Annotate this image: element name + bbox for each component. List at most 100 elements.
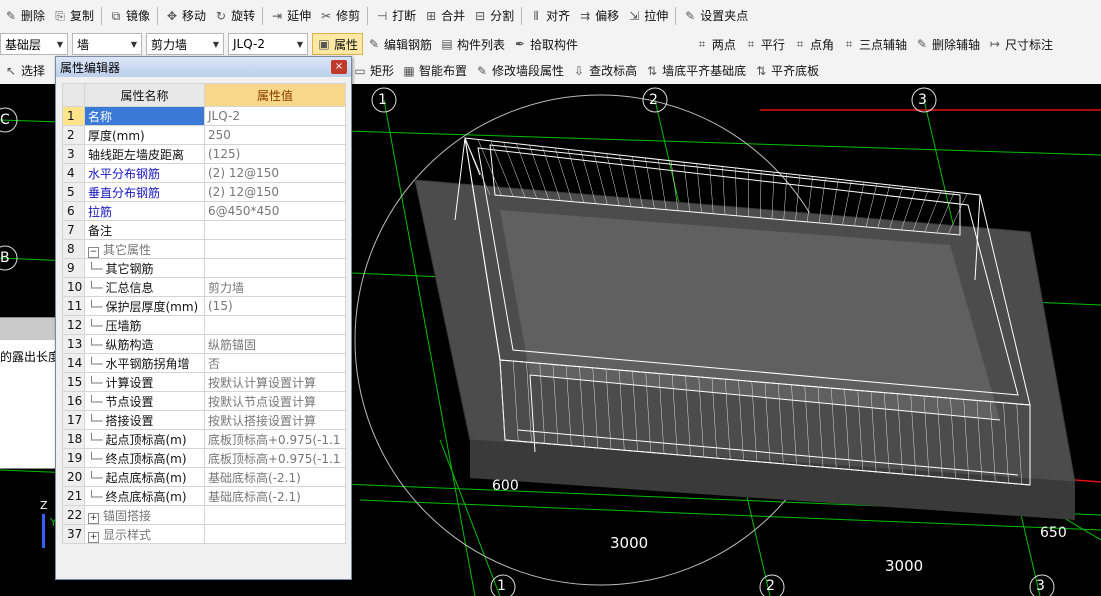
- property-name[interactable]: 拉筋: [84, 201, 205, 221]
- property-name[interactable]: └─ 起点顶标高(m): [84, 429, 205, 449]
- property-row[interactable]: 7 备注: [62, 220, 346, 240]
- property-row[interactable]: 14 └─ 水平钢筋拐角增否: [62, 353, 346, 373]
- toolbar-button-8[interactable]: ⊞ 合并: [420, 5, 469, 27]
- property-name[interactable]: 名称: [84, 106, 205, 126]
- property-value[interactable]: 底板顶标高+0.975(-1.1: [204, 448, 346, 468]
- property-row[interactable]: 22 + 锚固搭接: [62, 505, 346, 525]
- property-name[interactable]: 轴线距左墙皮距离: [84, 144, 205, 164]
- property-name[interactable]: └─ 压墙筋: [84, 315, 205, 335]
- property-value[interactable]: [204, 258, 346, 278]
- property-value[interactable]: 250: [204, 125, 346, 145]
- property-value[interactable]: 纵筋锚固: [204, 334, 346, 354]
- property-name[interactable]: 厚度(mm): [84, 125, 205, 145]
- component-button-2[interactable]: ▤ 构件列表: [436, 33, 509, 55]
- draw-button-4[interactable]: ⇅ 墙底平齐基础底: [641, 60, 750, 82]
- property-value[interactable]: 按默认节点设置计算: [204, 391, 346, 411]
- toolbar-button-7[interactable]: ⊣ 打断: [371, 5, 420, 27]
- axis-button-4[interactable]: ✎ 删除辅轴: [911, 33, 984, 55]
- property-value[interactable]: (125): [204, 144, 346, 164]
- component-button-3[interactable]: ✒ 拾取构件: [509, 33, 582, 55]
- property-value[interactable]: [204, 239, 346, 259]
- axis-button-0[interactable]: ⌗ 两点: [691, 33, 740, 55]
- property-row[interactable]: 10 └─ 汇总信息 剪力墙: [62, 277, 346, 297]
- property-name[interactable]: + 显示样式: [84, 524, 205, 544]
- toolbar-button-4[interactable]: ↻ 旋转: [210, 5, 259, 27]
- property-value[interactable]: 底板顶标高+0.975(-1.1: [204, 429, 346, 449]
- toolbar-button-11[interactable]: ⇉ 偏移: [574, 5, 623, 27]
- property-row[interactable]: 20 └─ 起点底标高(m) 基础底标高(-2.1): [62, 467, 346, 487]
- property-row[interactable]: 6 拉筋 6@450*450: [62, 201, 346, 221]
- property-value[interactable]: 基础底标高(-2.1): [204, 486, 346, 506]
- property-value[interactable]: 否: [204, 353, 346, 373]
- property-row[interactable]: 3 轴线距左墙皮距离 (125): [62, 144, 346, 164]
- type-select[interactable]: 墙 ▼: [72, 33, 142, 55]
- toolbar-button-9[interactable]: ⊟ 分割: [469, 5, 518, 27]
- component-button-0[interactable]: ▣ 属性: [312, 33, 364, 55]
- property-row[interactable]: 12 └─ 压墙筋: [62, 315, 346, 335]
- toolbar-button-10[interactable]: ⫴ 对齐: [525, 5, 574, 27]
- property-value[interactable]: 基础底标高(-2.1): [204, 467, 346, 487]
- property-name[interactable]: └─ 节点设置: [84, 391, 205, 411]
- property-name[interactable]: 水平分布钢筋: [84, 163, 205, 183]
- subtype-select[interactable]: 剪力墙 ▼: [146, 33, 224, 55]
- component-button-1[interactable]: ✎ 编辑钢筋: [363, 33, 436, 55]
- expand-icon[interactable]: +: [88, 531, 99, 543]
- property-row[interactable]: 13 └─ 纵筋构造 纵筋锚固: [62, 334, 346, 354]
- toolbar-button-0[interactable]: ✎ 删除: [0, 5, 49, 27]
- property-name[interactable]: └─ 汇总信息: [84, 277, 205, 297]
- property-row[interactable]: 17 └─ 搭接设置 按默认搭接设置计算: [62, 410, 346, 430]
- property-name[interactable]: └─ 计算设置: [84, 372, 205, 392]
- axis-button-2[interactable]: ⌗ 点角: [789, 33, 838, 55]
- draw-button-0[interactable]: ▭ 矩形: [349, 60, 398, 82]
- property-name[interactable]: 备注: [84, 220, 205, 240]
- property-row[interactable]: 4 水平分布钢筋 (2) 12@150: [62, 163, 346, 183]
- axis-button-3[interactable]: ⌗ 三点辅轴: [838, 33, 911, 55]
- property-row[interactable]: 9 └─ 其它钢筋: [62, 258, 346, 278]
- property-name[interactable]: └─ 其它钢筋: [84, 258, 205, 278]
- property-value[interactable]: [204, 524, 346, 544]
- property-name[interactable]: └─ 纵筋构造: [84, 334, 205, 354]
- property-name[interactable]: └─ 搭接设置: [84, 410, 205, 430]
- property-value[interactable]: (15): [204, 296, 346, 316]
- property-row[interactable]: 21 └─ 终点底标高(m) 基础底标高(-2.1): [62, 486, 346, 506]
- property-name[interactable]: └─ 起点底标高(m): [84, 467, 205, 487]
- draw-button-3[interactable]: ⇩ 查改标高: [568, 60, 641, 82]
- expand-icon[interactable]: +: [88, 512, 99, 524]
- property-value[interactable]: [204, 315, 346, 335]
- toolbar-button-3[interactable]: ✥ 移动: [161, 5, 210, 27]
- property-row[interactable]: 15 └─ 计算设置 按默认计算设置计算: [62, 372, 346, 392]
- property-name[interactable]: 垂直分布钢筋: [84, 182, 205, 202]
- property-row[interactable]: 1 名称 JLQ-2: [62, 106, 346, 126]
- property-row[interactable]: 11 └─ 保护层厚度(mm) (15): [62, 296, 346, 316]
- property-row[interactable]: 16 └─ 节点设置 按默认节点设置计算: [62, 391, 346, 411]
- close-button[interactable]: ×: [331, 60, 347, 74]
- toolbar-button-6[interactable]: ✂ 修剪: [315, 5, 364, 27]
- property-row[interactable]: 8− 其它属性: [62, 239, 346, 259]
- component-select[interactable]: JLQ-2 ▼: [228, 33, 308, 55]
- property-value[interactable]: [204, 505, 346, 525]
- property-value[interactable]: 按默认搭接设置计算: [204, 410, 346, 430]
- property-value[interactable]: (2) 12@150: [204, 182, 346, 202]
- property-name[interactable]: └─ 水平钢筋拐角增: [84, 353, 205, 373]
- axis-button-1[interactable]: ⌗ 平行: [740, 33, 789, 55]
- toolbar-button-2[interactable]: ⧉ 镜像: [105, 5, 154, 27]
- toolbar-button-5[interactable]: ⇥ 延伸: [266, 5, 315, 27]
- draw-button-1[interactable]: ▦ 智能布置: [398, 60, 471, 82]
- property-value[interactable]: 按默认计算设置计算: [204, 372, 346, 392]
- toolbar-button-1[interactable]: ⎘ 复制: [49, 5, 98, 27]
- property-value[interactable]: 剪力墙: [204, 277, 346, 297]
- collapse-icon[interactable]: −: [88, 246, 99, 258]
- property-row[interactable]: 5 垂直分布钢筋 (2) 12@150: [62, 182, 346, 202]
- property-name[interactable]: └─ 终点底标高(m): [84, 486, 205, 506]
- property-value[interactable]: 6@450*450: [204, 201, 346, 221]
- property-value[interactable]: JLQ-2: [204, 106, 346, 126]
- property-name[interactable]: − 其它属性: [84, 239, 205, 259]
- axis-button-5[interactable]: ↦ 尺寸标注: [984, 33, 1057, 55]
- property-row[interactable]: 19 └─ 终点顶标高(m) 底板顶标高+0.975(-1.1: [62, 448, 346, 468]
- property-value[interactable]: [204, 220, 346, 240]
- property-row[interactable]: 37 + 显示样式: [62, 524, 346, 544]
- draw-button-5[interactable]: ⇅ 平齐底板: [750, 60, 823, 82]
- property-name[interactable]: └─ 终点顶标高(m): [84, 448, 205, 468]
- property-row[interactable]: 18 └─ 起点顶标高(m) 底板顶标高+0.975(-1.1: [62, 429, 346, 449]
- property-row[interactable]: 2 厚度(mm) 250: [62, 125, 346, 145]
